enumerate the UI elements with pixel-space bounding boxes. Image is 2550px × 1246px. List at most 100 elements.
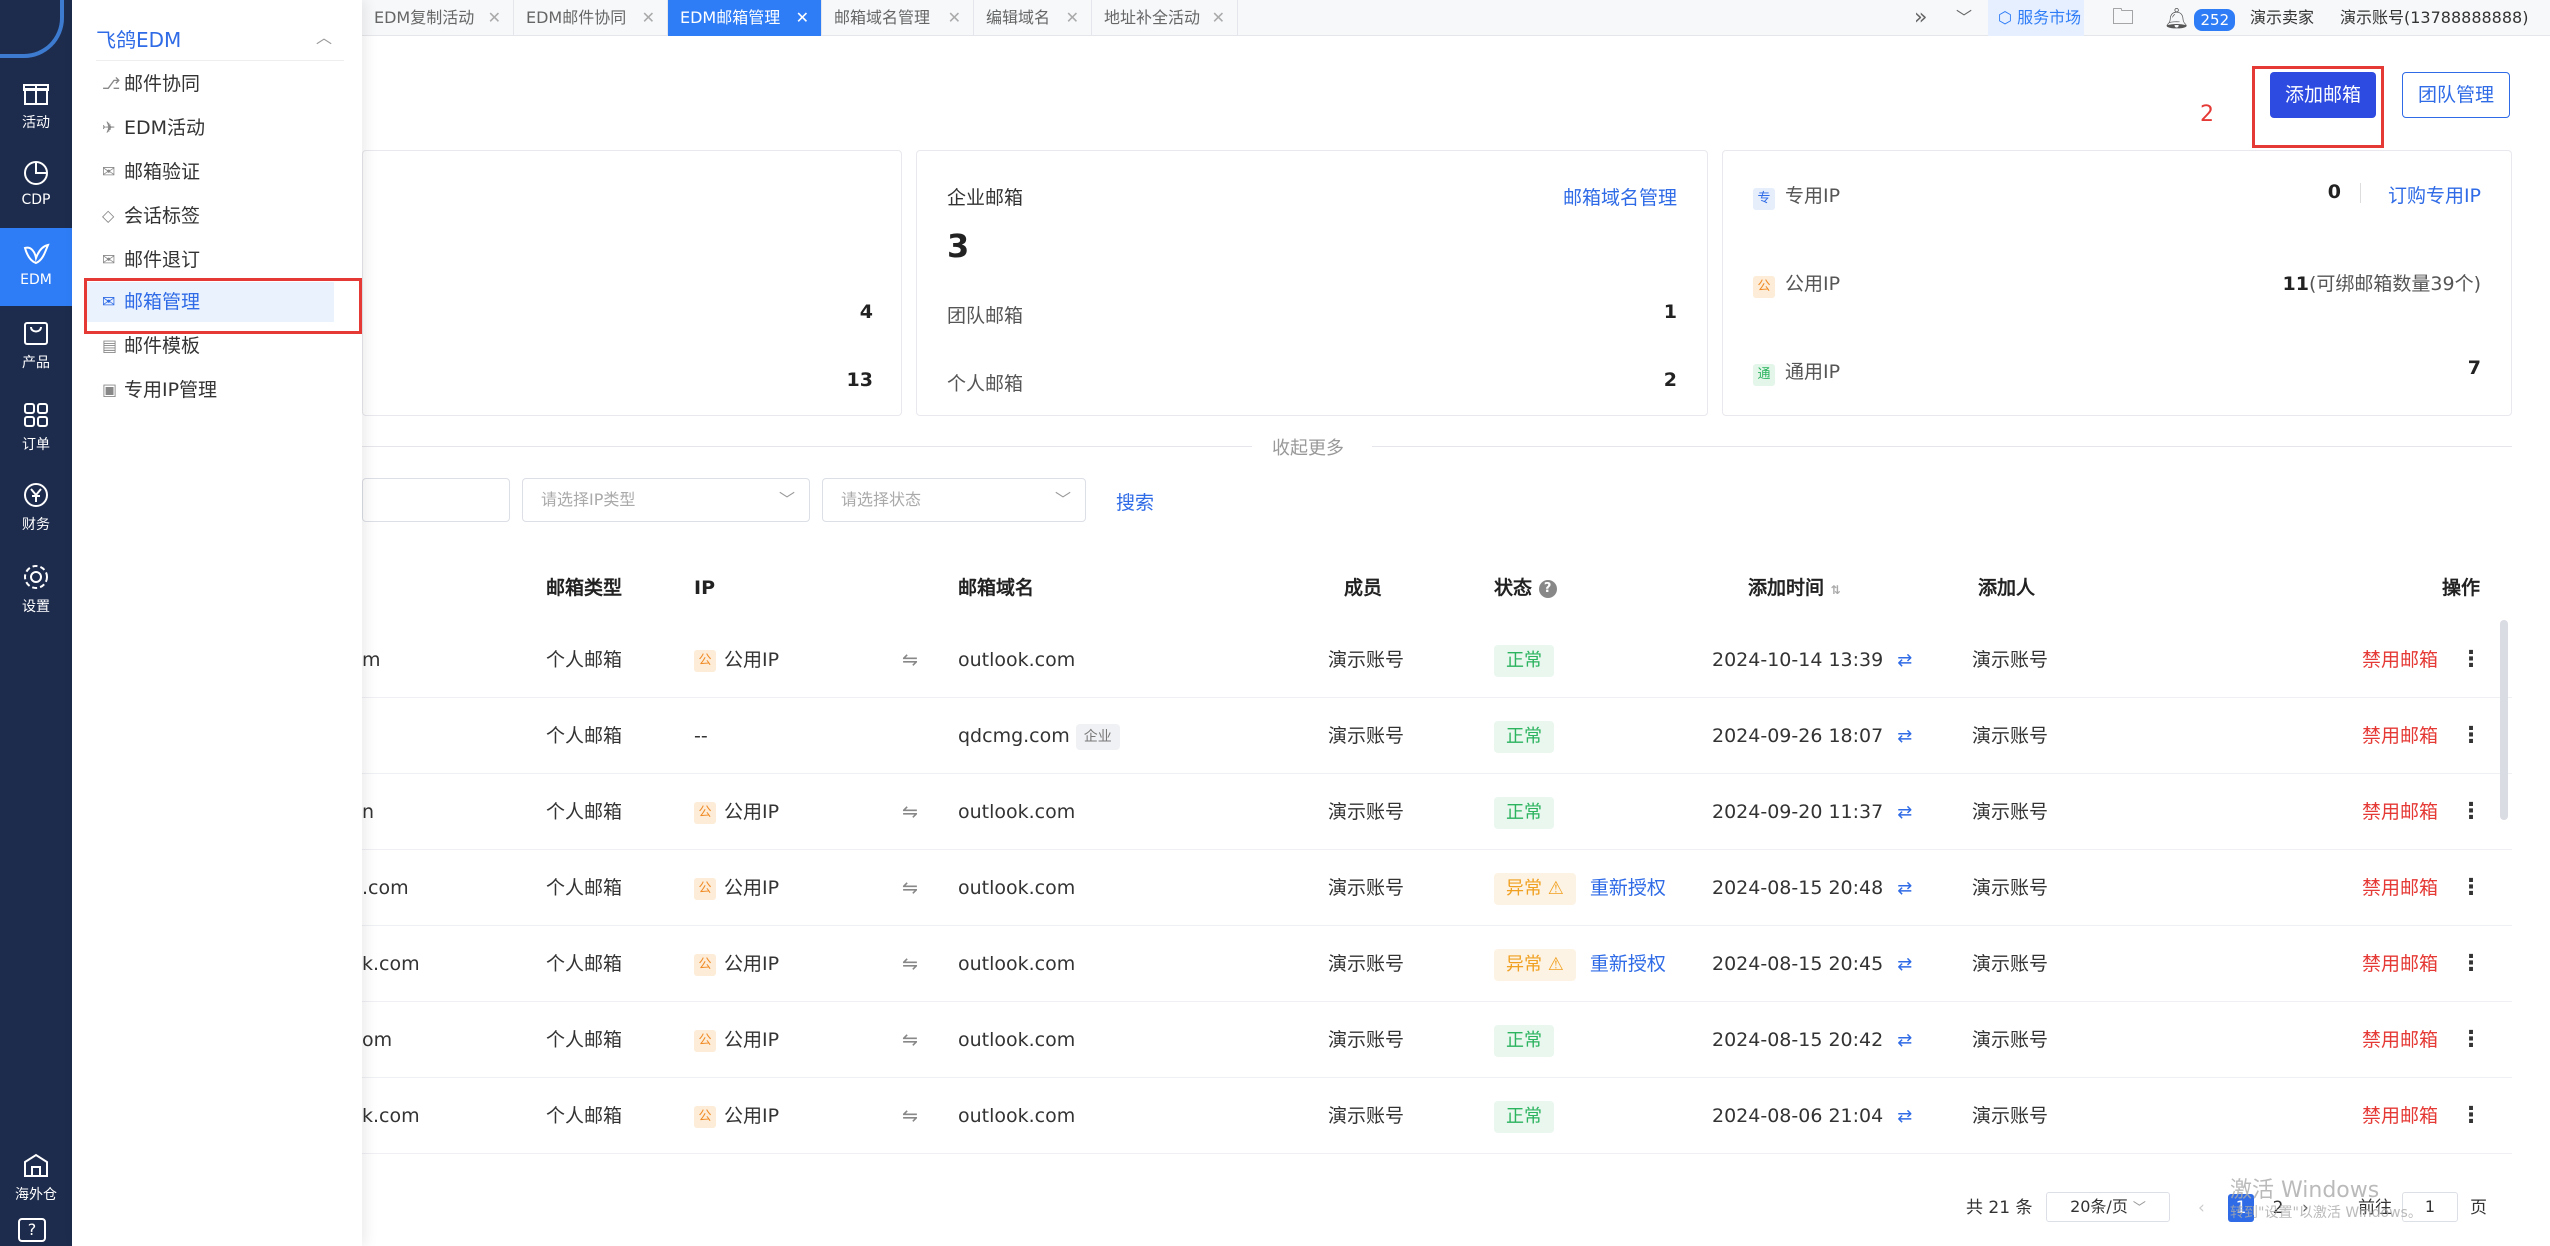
account-label[interactable]: 演示账号(13788888888) bbox=[2340, 0, 2528, 36]
order-dedicated-ip-link[interactable]: 订购专用IP bbox=[2388, 181, 2481, 208]
rail-item-edm[interactable]: EDM bbox=[0, 228, 72, 306]
sort-icon[interactable]: ⇅ bbox=[1831, 583, 1841, 597]
swap-icon[interactable]: ⇄ bbox=[1897, 1030, 1912, 1051]
divider bbox=[362, 446, 1252, 447]
chevron-up-icon[interactable]: ︿ bbox=[316, 24, 332, 48]
service-market-label: 服务市场 bbox=[2017, 8, 2082, 27]
switch-ip-icon[interactable]: ⇋ bbox=[902, 850, 918, 926]
role-label[interactable]: 演示卖家 bbox=[2250, 0, 2314, 36]
tab-edm-mailbox[interactable]: EDM邮箱管理 ✕ bbox=[668, 0, 822, 36]
double-chevron-icon[interactable]: » bbox=[1914, 0, 1927, 36]
chevron-down-icon[interactable]: ﹀ bbox=[1956, 0, 1972, 36]
search-input[interactable] bbox=[362, 478, 510, 522]
th-time[interactable]: 添加时间 ⇅ bbox=[1748, 560, 1841, 616]
tab-edit-domain[interactable]: 编辑域名 ✕ bbox=[974, 0, 1092, 36]
general-ip-value: 7 bbox=[2467, 357, 2481, 379]
submenu-title[interactable]: 飞鸽EDM bbox=[96, 24, 181, 53]
switch-ip-icon[interactable]: ⇋ bbox=[902, 774, 918, 850]
disable-mailbox-link[interactable]: 禁用邮箱 bbox=[2362, 774, 2438, 850]
switch-ip-icon[interactable]: ⇋ bbox=[902, 622, 918, 698]
ip-type-select[interactable]: 请选择IP类型 ﹀ bbox=[522, 478, 810, 522]
public-badge-icon: 公 bbox=[1753, 276, 1775, 298]
more-vertical-icon[interactable]: ⋮ bbox=[2460, 926, 2482, 1002]
ip-type: 公用IP bbox=[724, 953, 780, 975]
tab-address-complete[interactable]: 地址补全活动 ✕ bbox=[1092, 0, 1238, 36]
collapse-more-toggle[interactable]: 收起更多 bbox=[1272, 434, 1344, 460]
rail-item-warehouse[interactable]: 海外仓 bbox=[0, 1140, 72, 1218]
team-manage-button[interactable]: 团队管理 bbox=[2402, 72, 2510, 118]
status-select[interactable]: 请选择状态 ﹀ bbox=[822, 478, 1086, 522]
disable-mailbox-link[interactable]: 禁用邮箱 bbox=[2362, 622, 2438, 698]
reauthorize-link[interactable]: 重新授权 bbox=[1590, 953, 1666, 975]
more-vertical-icon[interactable]: ⋮ bbox=[2460, 774, 2482, 850]
submenu-item-dedicated-ip[interactable]: ▣ 专用IP管理 bbox=[84, 370, 334, 410]
bird-icon bbox=[21, 238, 51, 268]
disable-mailbox-link[interactable]: 禁用邮箱 bbox=[2362, 1078, 2438, 1154]
disable-mailbox-link[interactable]: 禁用邮箱 bbox=[2362, 1002, 2438, 1078]
add-mailbox-button[interactable]: 添加邮箱 bbox=[2270, 72, 2376, 118]
close-icon[interactable]: ✕ bbox=[488, 0, 501, 36]
adder: 演示账号 bbox=[1972, 649, 2049, 671]
disable-mailbox-link[interactable]: 禁用邮箱 bbox=[2362, 698, 2438, 774]
team-mailbox-value: 1 bbox=[1663, 301, 1677, 323]
service-market-button[interactable]: ⬡ 服务市场 bbox=[1988, 0, 2084, 36]
more-vertical-icon[interactable]: ⋮ bbox=[2460, 622, 2482, 698]
close-icon[interactable]: ✕ bbox=[796, 0, 809, 36]
time-cell: 2024-08-15 20:48 ⇄ bbox=[1712, 850, 1912, 926]
swap-icon[interactable]: ⇄ bbox=[1897, 802, 1912, 823]
switch-ip-icon[interactable]: ⇋ bbox=[902, 1002, 918, 1078]
switch-ip-icon[interactable]: ⇋ bbox=[902, 1078, 918, 1154]
rail-item-product[interactable]: 产品 bbox=[0, 308, 72, 386]
status-cell: 正常 bbox=[1494, 1002, 1554, 1078]
tab-domain-manage[interactable]: 邮箱域名管理 ✕ bbox=[822, 0, 974, 36]
switch-ip-icon[interactable]: ⇋ bbox=[902, 926, 918, 1002]
domain-manage-link[interactable]: 邮箱域名管理 bbox=[1563, 183, 1677, 210]
notification-button[interactable]: 🔔︎ 252 bbox=[2164, 0, 2236, 36]
help-icon[interactable]: ? bbox=[18, 1218, 46, 1242]
more-vertical-icon[interactable]: ⋮ bbox=[2460, 850, 2482, 926]
close-icon[interactable]: ✕ bbox=[1066, 0, 1079, 36]
submenu-item-session-tag[interactable]: ◇ 会话标签 bbox=[84, 196, 334, 236]
swap-icon[interactable]: ⇄ bbox=[1897, 878, 1912, 899]
swap-icon[interactable]: ⇄ bbox=[1897, 1106, 1912, 1127]
rail-item-activity[interactable]: 活动 bbox=[0, 68, 72, 146]
page-size-select[interactable]: 20条/页 ﹀ bbox=[2046, 1192, 2170, 1222]
rail-item-order[interactable]: 订单 bbox=[0, 390, 72, 468]
tab-edm-copy[interactable]: EDM复制活动 ✕ bbox=[362, 0, 514, 36]
close-icon[interactable]: ✕ bbox=[1212, 0, 1225, 36]
disable-mailbox-link[interactable]: 禁用邮箱 bbox=[2362, 926, 2438, 1002]
close-icon[interactable]: ✕ bbox=[948, 0, 961, 36]
help-circle-icon[interactable]: ? bbox=[1538, 579, 1557, 598]
submenu-item-unsubscribe[interactable]: ✉ 邮件退订 bbox=[84, 240, 334, 280]
swap-icon[interactable]: ⇄ bbox=[1897, 954, 1912, 975]
vertical-scrollbar[interactable] bbox=[2500, 620, 2508, 820]
prev-page-icon[interactable]: ‹ bbox=[2198, 1194, 2205, 1222]
close-icon[interactable]: ✕ bbox=[642, 0, 655, 36]
table-row: k.com 个人邮箱 公公用IP ⇋ outlook.com 演示账号 正常 2024-08-… bbox=[362, 1078, 2512, 1154]
reauthorize-link[interactable]: 重新授权 bbox=[1590, 877, 1666, 899]
table-row: k.com 个人邮箱 公公用IP ⇋ outlook.com 演示账号 异常 ⚠ 重新授权 2… bbox=[362, 926, 2512, 1002]
rail-item-finance[interactable]: 财务 bbox=[0, 470, 72, 548]
folder-icon[interactable]: 🗀 bbox=[2112, 0, 2134, 36]
th-time-label: 添加时间 bbox=[1748, 577, 1825, 599]
th-ops: 操作 bbox=[2442, 577, 2481, 599]
submenu-item-mail-collab[interactable]: ⎇ 邮件协同 bbox=[84, 64, 334, 104]
swap-icon[interactable]: ⇄ bbox=[1897, 726, 1912, 747]
ip-cell: 公公用IP bbox=[694, 622, 779, 698]
tab-edm-collab[interactable]: EDM邮件协同 ✕ bbox=[514, 0, 668, 36]
rail-item-cdp[interactable]: CDP bbox=[0, 148, 72, 226]
more-vertical-icon[interactable]: ⋮ bbox=[2460, 1078, 2482, 1154]
more-vertical-icon[interactable]: ⋮ bbox=[2460, 698, 2482, 774]
tab-label: 编辑域名 bbox=[986, 8, 1051, 27]
disable-mailbox-link[interactable]: 禁用邮箱 bbox=[2362, 850, 2438, 926]
swap-icon[interactable]: ⇄ bbox=[1897, 650, 1912, 671]
public-ip-note: (可绑邮箱数量39个) bbox=[2308, 273, 2481, 295]
domain-cell: outlook.com bbox=[958, 1078, 1075, 1154]
ip-cell: 公公用IP bbox=[694, 774, 779, 850]
submenu-item-mail-verify[interactable]: ✉ 邮箱验证 bbox=[84, 152, 334, 192]
search-button[interactable]: 搜索 bbox=[1116, 488, 1154, 515]
more-vertical-icon[interactable]: ⋮ bbox=[2460, 1002, 2482, 1078]
submenu-item-edm-activity[interactable]: ✈ EDM活动 bbox=[84, 108, 334, 148]
general-badge-icon: 通 bbox=[1753, 364, 1775, 386]
rail-item-settings[interactable]: 设置 bbox=[0, 552, 72, 630]
